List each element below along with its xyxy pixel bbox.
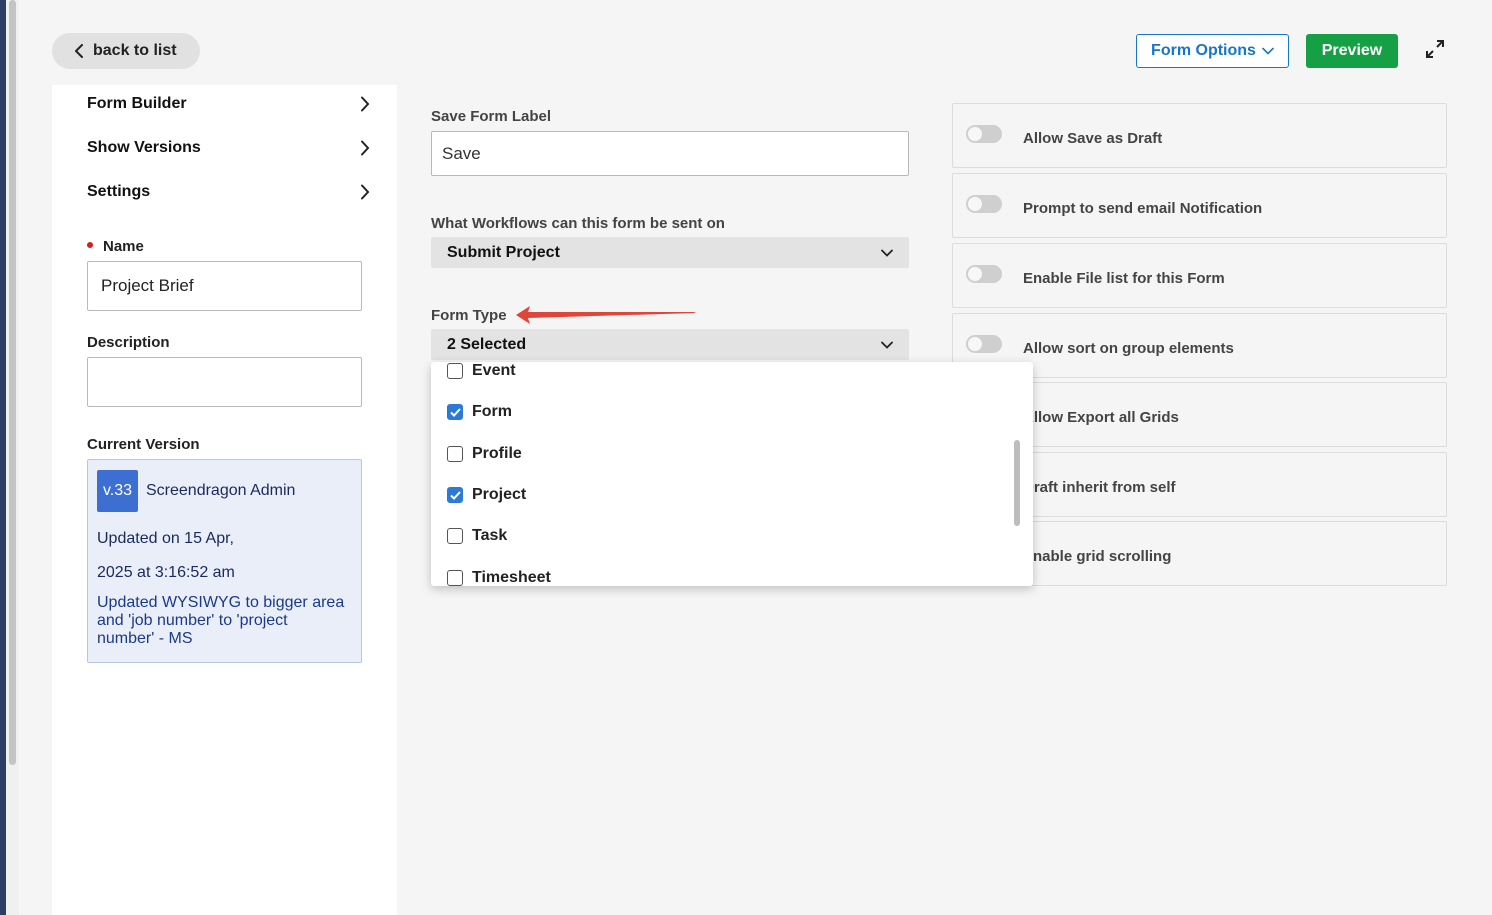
checkbox-unchecked[interactable]	[447, 570, 463, 586]
checkmark-icon	[449, 407, 461, 417]
chevron-right-icon	[361, 140, 370, 156]
description-label: Description	[87, 334, 170, 351]
back-to-list-button[interactable]: back to list	[52, 33, 200, 69]
checkmark-icon	[449, 490, 461, 500]
checkbox-unchecked[interactable]	[447, 528, 463, 544]
expand-icon[interactable]	[1424, 38, 1446, 60]
option-form[interactable]: Form	[447, 401, 512, 423]
workflows-select[interactable]: Submit Project	[431, 237, 909, 268]
dropdown-scrollbar[interactable]	[1014, 440, 1020, 526]
toggle-switch[interactable]	[966, 195, 1002, 213]
option-task[interactable]: Task	[447, 525, 507, 547]
annotation-arrow-icon	[516, 306, 696, 324]
left-panel: Form Builder Show Versions Settings Name…	[52, 85, 397, 915]
current-version-label: Current Version	[87, 436, 200, 453]
description-input[interactable]	[87, 357, 362, 407]
form-type-label: Form Type	[431, 307, 507, 324]
nav-item-label: Form Builder	[87, 95, 187, 112]
chevron-right-icon	[361, 184, 370, 200]
toggle-switch[interactable]	[966, 335, 1002, 353]
option-event[interactable]: Event	[447, 362, 516, 382]
save-form-label: Save Form Label	[431, 108, 552, 125]
chevron-down-icon	[1262, 47, 1274, 55]
save-form-input[interactable]: Save	[431, 131, 909, 176]
nav-item-settings[interactable]: Settings	[87, 180, 370, 204]
toggle-switch[interactable]	[966, 125, 1002, 143]
form-options-button[interactable]: Form Options	[1136, 34, 1289, 68]
form-options-label: Form Options	[1151, 42, 1256, 59]
form-type-select[interactable]: 2 Selected	[431, 329, 909, 360]
version-comment: Updated WYSIWYG to bigger area and 'job …	[97, 594, 345, 647]
required-indicator	[87, 242, 93, 249]
name-input[interactable]: Project Brief	[87, 261, 362, 311]
checkbox-checked[interactable]	[447, 404, 463, 420]
nav-item-form-builder[interactable]: Form Builder	[87, 92, 370, 116]
toggle-allow-save-draft: Allow Save as Draft	[952, 103, 1447, 168]
preview-label: Preview	[1321, 42, 1383, 59]
current-version-card: v.33 Screendragon Admin Updated on 15 Ap…	[87, 459, 362, 663]
workflows-label: What Workflows can this form be sent on	[431, 215, 725, 232]
nav-item-label: Show Versions	[87, 139, 201, 156]
nav-item-label: Settings	[87, 183, 151, 200]
back-to-list-label: back to list	[93, 42, 177, 59]
toggle-enable-file-list: Enable File list for this Form	[952, 243, 1447, 308]
version-updated-time: 2025 at 3:16:52 am	[97, 564, 235, 581]
toggle-prompt-email: Prompt to send email Notification	[952, 173, 1447, 238]
checkbox-checked[interactable]	[447, 487, 463, 503]
page-scrollbar[interactable]	[9, 0, 16, 765]
toggle-switch[interactable]	[966, 265, 1002, 283]
version-updated-date: Updated on 15 Apr,	[97, 530, 234, 547]
option-profile[interactable]: Profile	[447, 443, 522, 465]
chevron-left-icon	[75, 44, 83, 58]
chevron-right-icon	[361, 96, 370, 112]
name-label: Name	[87, 238, 144, 255]
version-badge: v.33	[97, 470, 138, 512]
option-timesheet[interactable]: Timesheet	[447, 567, 551, 586]
form-type-dropdown[interactable]: Event Form Profile Project Task Timeshee…	[431, 362, 1033, 586]
chevron-down-icon	[881, 249, 893, 257]
version-author: Screendragon Admin	[146, 482, 296, 499]
chevron-down-icon	[881, 341, 893, 349]
checkbox-unchecked[interactable]	[447, 363, 463, 379]
preview-button[interactable]: Preview	[1306, 34, 1398, 68]
option-project[interactable]: Project	[447, 484, 526, 506]
checkbox-unchecked[interactable]	[447, 446, 463, 462]
nav-item-show-versions[interactable]: Show Versions	[87, 136, 370, 160]
